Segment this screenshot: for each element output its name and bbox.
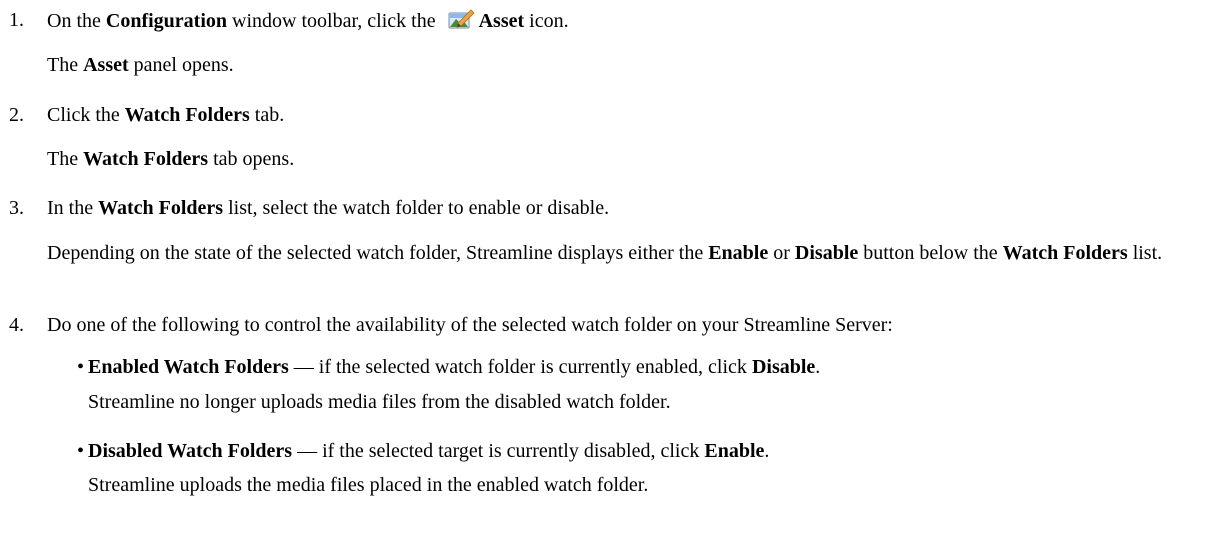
step-number: 3.	[9, 197, 24, 219]
step-instruction: Do one of the following to control the a…	[47, 314, 893, 336]
bullet-item-disabled: Disabled Watch Folders — if the selected…	[88, 440, 770, 462]
step-result: The Watch Folders tab opens.	[47, 148, 295, 170]
bullet-item-enabled: Enabled Watch Folders — if the selected …	[88, 356, 821, 378]
bullet-result: Streamline uploads the media files place…	[88, 474, 649, 496]
step-instruction: On the Configuration window toolbar, cli…	[47, 8, 569, 32]
asset-term: Asset	[478, 10, 525, 32]
step-number: 1.	[9, 9, 24, 31]
step-instruction: In the Watch Folders list, select the wa…	[47, 197, 610, 219]
bullet-marker: •	[77, 356, 85, 378]
step-instruction: Click the Watch Folders tab.	[47, 104, 285, 126]
step-result: Depending on the state of the selected w…	[47, 242, 1163, 264]
asset-icon	[447, 8, 475, 32]
step-number: 2.	[9, 104, 24, 126]
configuration-term: Configuration	[105, 10, 228, 32]
step-number: 4.	[9, 314, 24, 336]
bullet-result: Streamline no longer uploads media files…	[88, 391, 671, 413]
step-result: The Asset panel opens.	[47, 54, 234, 76]
bullet-marker: •	[77, 440, 85, 462]
